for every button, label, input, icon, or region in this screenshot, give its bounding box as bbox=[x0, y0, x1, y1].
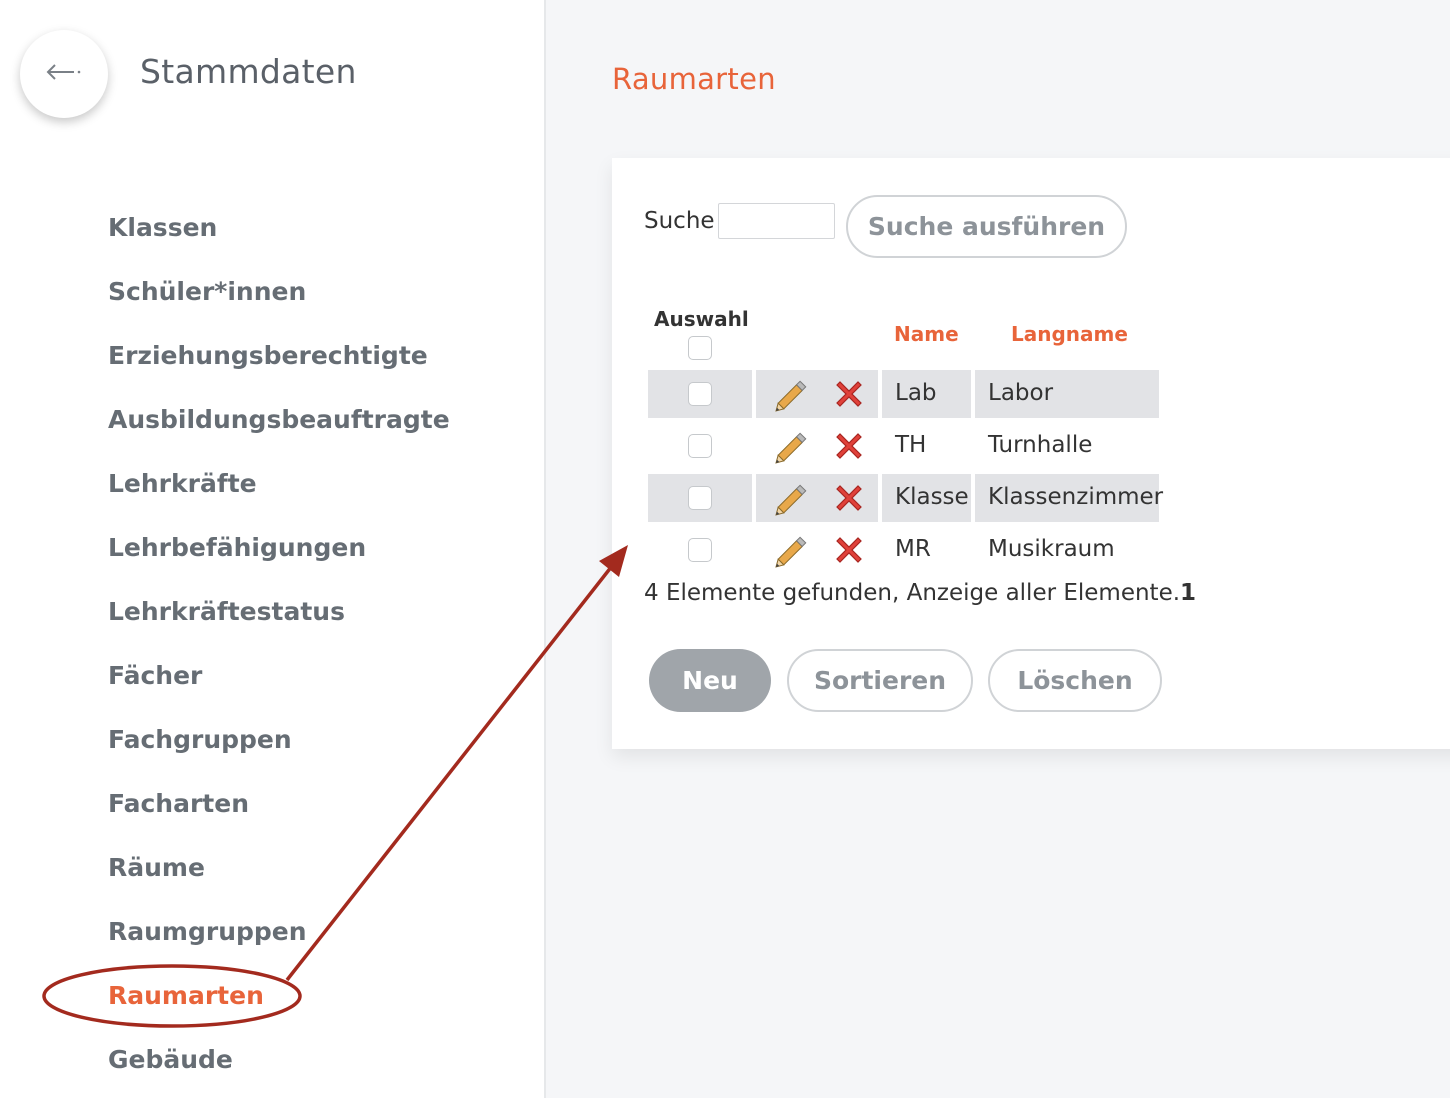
delete-button[interactable]: Löschen bbox=[988, 649, 1162, 712]
arrow-left-icon bbox=[44, 62, 84, 86]
search-label: Suche bbox=[644, 208, 715, 234]
room-type-name: Lab bbox=[895, 380, 937, 406]
search-button[interactable]: Suche ausführen bbox=[846, 195, 1127, 258]
sidebar-item-raumgruppen[interactable]: Raumgruppen bbox=[108, 917, 307, 946]
result-summary: 4 Elemente gefunden, Anzeige aller Eleme… bbox=[644, 580, 1196, 606]
row-checkbox[interactable] bbox=[688, 538, 712, 562]
sidebar-item-raumarten[interactable]: Raumarten bbox=[108, 981, 264, 1010]
sidebar-item-erziehungsberechtigte[interactable]: Erziehungsberechtigte bbox=[108, 341, 428, 370]
sidebar-item-ausbildungsbeauftragte[interactable]: Ausbildungsbeauftragte bbox=[108, 405, 450, 434]
room-type-longname: Labor bbox=[988, 380, 1054, 406]
red-x-icon[interactable] bbox=[830, 427, 868, 465]
row-checkbox[interactable] bbox=[688, 434, 712, 458]
row-checkbox[interactable] bbox=[688, 382, 712, 406]
sort-button[interactable]: Sortieren bbox=[787, 649, 973, 712]
pencil-icon[interactable] bbox=[774, 375, 812, 413]
pencil-icon[interactable] bbox=[774, 531, 812, 569]
row-checkbox[interactable] bbox=[688, 486, 712, 510]
sidebar-item-schueler[interactable]: Schüler*innen bbox=[108, 277, 306, 306]
red-x-icon[interactable] bbox=[830, 375, 868, 413]
sidebar-item-faecher[interactable]: Fächer bbox=[108, 661, 202, 690]
red-x-icon[interactable] bbox=[830, 531, 868, 569]
sidebar-item-lehrbefaehigungen[interactable]: Lehrbefähigungen bbox=[108, 533, 366, 562]
room-type-longname: Turnhalle bbox=[988, 432, 1093, 458]
pencil-icon[interactable] bbox=[774, 479, 812, 517]
sidebar-item-facharten[interactable]: Facharten bbox=[108, 789, 249, 818]
sidebar-item-lehrkraefte[interactable]: Lehrkräfte bbox=[108, 469, 257, 498]
sidebar-item-klassen[interactable]: Klassen bbox=[108, 213, 217, 242]
select-all-checkbox[interactable] bbox=[688, 336, 712, 360]
room-type-longname: Klassenzimmer bbox=[988, 484, 1164, 510]
sidebar: Stammdaten Klassen Schüler*innen Erziehu… bbox=[0, 0, 546, 1098]
page-link[interactable]: 1 bbox=[1180, 580, 1196, 606]
search-input[interactable] bbox=[718, 203, 835, 239]
room-type-name: TH bbox=[895, 432, 927, 458]
room-type-name: Klasse bbox=[895, 484, 969, 510]
room-type-longname: Musikraum bbox=[988, 536, 1115, 562]
pencil-icon[interactable] bbox=[774, 427, 812, 465]
sidebar-item-gebaeude[interactable]: Gebäude bbox=[108, 1045, 233, 1074]
name-column-header[interactable]: Name bbox=[894, 322, 959, 346]
red-x-icon[interactable] bbox=[830, 479, 868, 517]
result-count-text: 4 Elemente gefunden, Anzeige aller Eleme… bbox=[644, 580, 1181, 606]
select-column-header: Auswahl bbox=[654, 307, 749, 331]
back-button[interactable] bbox=[20, 30, 108, 118]
sidebar-item-lehrkraeftestatus[interactable]: Lehrkräftestatus bbox=[108, 597, 345, 626]
sidebar-item-raeume[interactable]: Räume bbox=[108, 853, 205, 882]
page-title: Raumarten bbox=[612, 62, 776, 96]
sidebar-title: Stammdaten bbox=[140, 52, 357, 91]
new-button[interactable]: Neu bbox=[649, 649, 771, 712]
room-type-name: MR bbox=[895, 536, 931, 562]
longname-column-header[interactable]: Langname bbox=[1011, 322, 1128, 346]
sidebar-item-fachgruppen[interactable]: Fachgruppen bbox=[108, 725, 292, 754]
